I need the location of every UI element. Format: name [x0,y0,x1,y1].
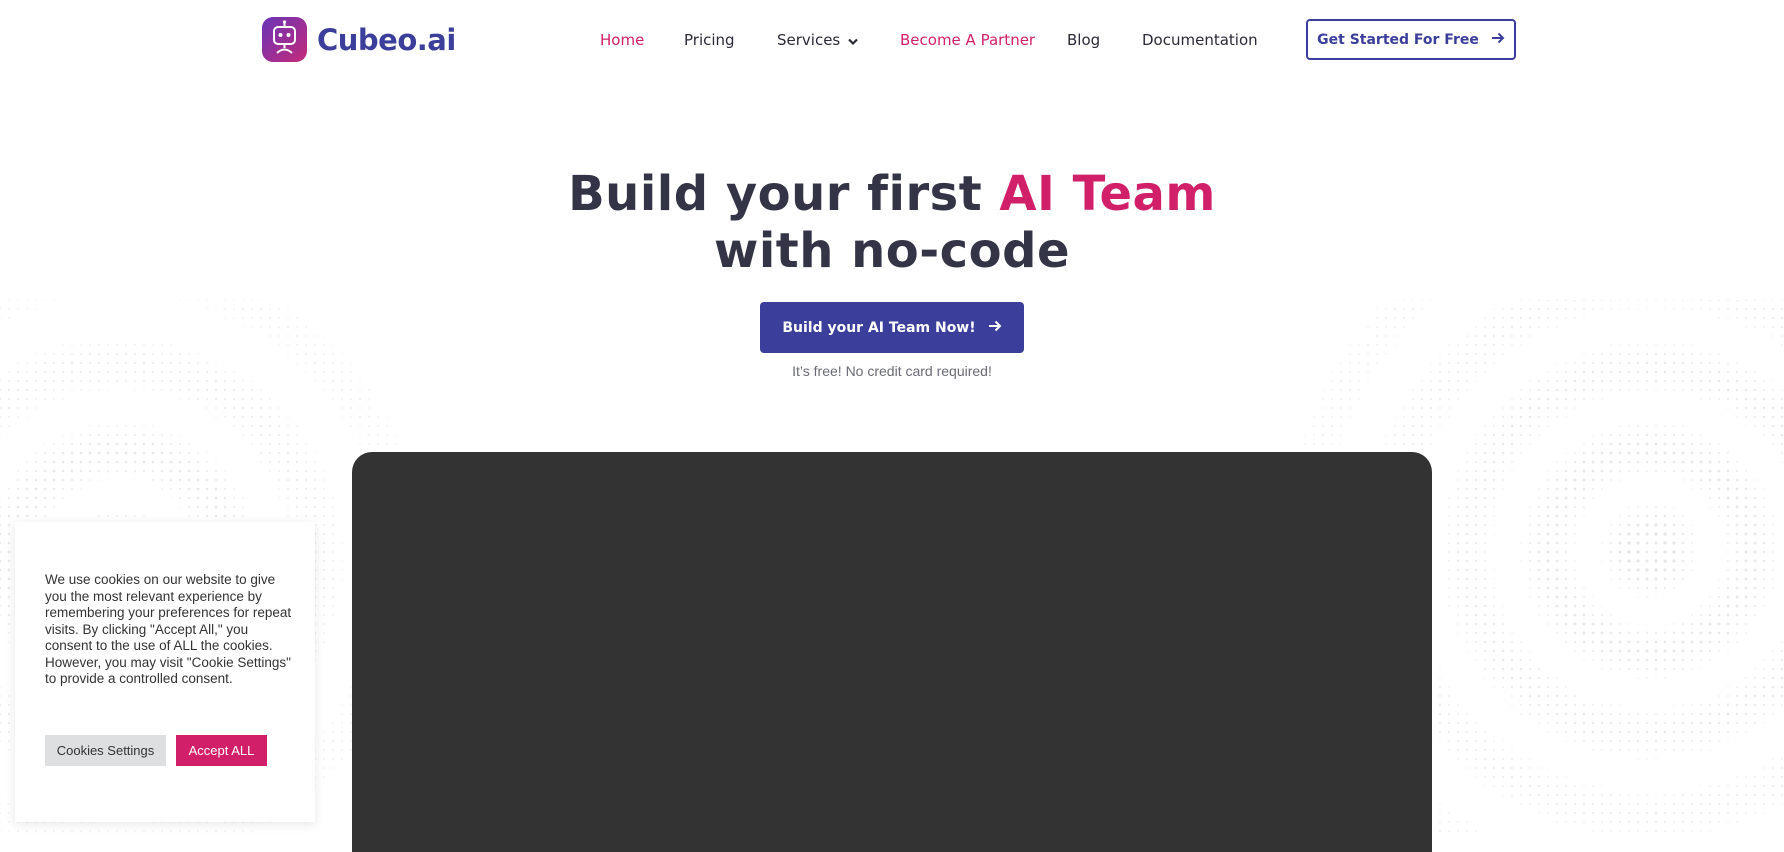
site-logo[interactable]: Cubeo.ai [262,17,456,62]
cookie-banner: We use cookies on our website to give yo… [15,522,315,822]
nav-item-documentation[interactable]: Documentation [1142,28,1258,52]
chevron-down-icon [848,29,859,53]
nav-item-blog[interactable]: Blog [1067,28,1100,52]
nav-item-become-partner[interactable]: Become A Partner [900,28,1035,52]
hero-title-line2: with no-code [713,223,1071,279]
site-header: Cubeo.ai Home Pricing Services Become A … [0,0,1784,80]
robot-icon [262,17,307,62]
build-ai-team-label: Build your AI Team Now! [782,319,976,336]
hero-note: It’s free! No credit card required! [792,363,992,379]
hero-title-highlight: AI Team [999,166,1216,222]
accept-all-button[interactable]: Accept ALL [176,735,267,766]
cookie-message: We use cookies on our website to give yo… [45,572,292,686]
arrow-right-icon [1491,32,1505,48]
nav-item-pricing[interactable]: Pricing [684,28,735,52]
get-started-button[interactable]: Get Started For Free [1306,19,1516,60]
build-ai-team-button[interactable]: Build your AI Team Now! [760,302,1024,353]
video-player[interactable] [352,452,1432,852]
nav-item-services-label: Services [777,31,841,49]
nav-item-services[interactable]: Services [777,28,859,53]
brand-name: Cubeo.ai [317,22,456,57]
cookie-settings-button[interactable]: Cookies Settings [45,735,166,766]
hero-title: Build your first AI Team with no-code [0,166,1784,280]
get-started-label: Get Started For Free [1317,31,1479,48]
nav-item-home[interactable]: Home [600,28,644,52]
arrow-right-icon [988,320,1002,336]
hero-title-part1: Build your first [568,166,1000,222]
